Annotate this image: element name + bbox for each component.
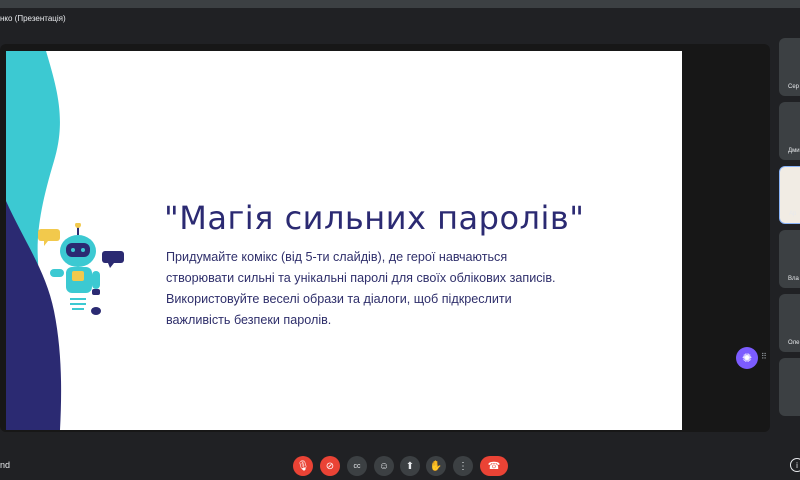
participant-name: Ар xyxy=(789,211,797,217)
slide-body-line: Придумайте комікс (від 5-ти слайдів), де… xyxy=(166,250,508,264)
reactions-button[interactable]: ☺ xyxy=(374,456,394,476)
meet-window: нко (Презентація) "Магія сильних паролів… xyxy=(0,0,800,480)
participant-name: Вла xyxy=(788,276,799,282)
mic-toggle-button[interactable]: 🎙 xyxy=(293,456,313,476)
participant-tile[interactable]: Сер xyxy=(779,38,800,96)
presenter-label: нко (Презентація) xyxy=(0,14,66,23)
more-vert-icon: ⋮ xyxy=(458,460,468,472)
phone-hangup-icon: ☎ xyxy=(487,460,501,472)
captions-icon: cc xyxy=(353,462,361,470)
participant-name: Сер xyxy=(788,84,800,90)
hand-icon: ✋ xyxy=(429,460,443,472)
participant-name: Оле xyxy=(788,340,800,346)
call-controls-bar xyxy=(0,436,800,480)
participant-tile[interactable] xyxy=(779,358,800,416)
participant-name: Дми xyxy=(788,148,800,154)
info-icon[interactable]: i xyxy=(790,458,800,472)
slide-body-line: Використовуйте веселі образи та діалоги,… xyxy=(166,292,512,306)
slide-body-line: створювати сильні та унікальні паролі дл… xyxy=(166,271,556,285)
participant-tile[interactable]: Оле xyxy=(779,294,800,352)
participant-tile[interactable]: Дми xyxy=(779,102,800,160)
emoji-icon: ☺ xyxy=(378,460,390,472)
raise-hand-button[interactable]: ✋ xyxy=(426,456,446,476)
presentation-slide: "Магія сильних паролів" Придумайте комік… xyxy=(6,51,682,430)
effects-button[interactable]: ✺ xyxy=(736,347,758,369)
robot-illustration xyxy=(38,223,124,315)
slide-body-line: важливість безпеки паролів. xyxy=(166,313,332,327)
participant-tile[interactable]: Вла xyxy=(779,230,800,288)
present-icon: ⬆ xyxy=(405,460,415,472)
mic-off-icon: 🎙 xyxy=(296,460,310,472)
drag-handle-icon[interactable]: ⠿ xyxy=(761,352,767,361)
present-now-button[interactable]: ⬆ xyxy=(400,456,420,476)
sparkle-icon: ✺ xyxy=(741,351,753,365)
camera-off-icon: ⊘ xyxy=(325,460,335,472)
captions-button[interactable]: cc xyxy=(347,456,367,476)
slide-title: "Магія сильних паролів" xyxy=(164,199,585,237)
slide-body: Придумайте комікс (від 5-ти слайдів), де… xyxy=(166,247,616,331)
leave-call-button[interactable]: ☎ xyxy=(480,456,508,476)
more-options-button[interactable]: ⋮ xyxy=(453,456,473,476)
top-strip xyxy=(0,0,800,8)
participant-tile-active[interactable]: Ар xyxy=(779,166,800,224)
camera-toggle-button[interactable]: ⊘ xyxy=(320,456,340,476)
meeting-code-label: nd xyxy=(0,460,11,470)
